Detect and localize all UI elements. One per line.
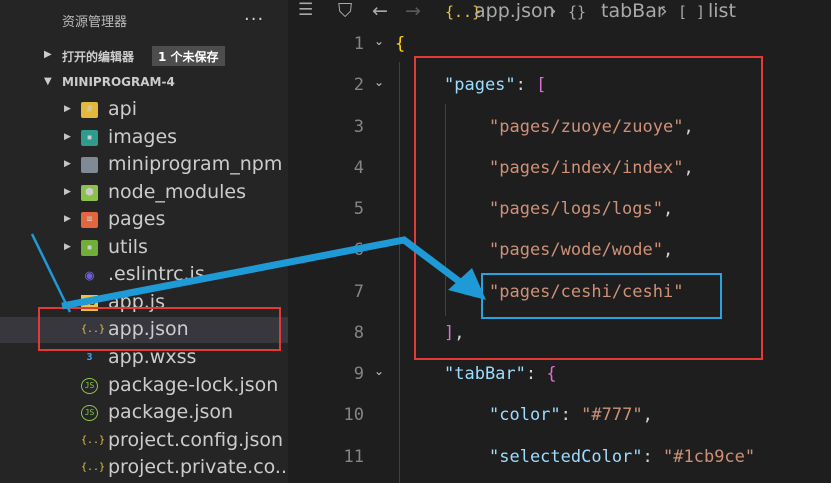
- code-line[interactable]: 11 "selectedColor": "#1cb9ce": [288, 447, 831, 483]
- explorer-header: 资源管理器 ...: [0, 0, 288, 38]
- tree-item-package-lock-json[interactable]: JS package-lock.json: [0, 373, 288, 399]
- chevron-right-icon: ▶: [64, 132, 71, 142]
- back-arrow-icon[interactable]: ←: [372, 0, 388, 22]
- open-editors-section[interactable]: ▶ 打开的编辑器 1 个未保存: [0, 44, 288, 68]
- tree-item-project-private-config[interactable]: {..} project.private.co...: [0, 455, 293, 481]
- tree-item-api[interactable]: ▶ # api: [0, 97, 288, 123]
- tree-item-node-modules[interactable]: ▶ ⬢ node_modules: [0, 180, 288, 206]
- tree-item-label: project.config.json: [108, 429, 284, 451]
- tree-item-label: api: [108, 98, 137, 120]
- fold-chevron-icon[interactable]: ⌄: [374, 34, 384, 48]
- tree-item-label: package-lock.json: [108, 374, 279, 396]
- node-json-icon: JS: [81, 378, 98, 394]
- line-number: 8: [353, 323, 364, 343]
- tree-item-package-json[interactable]: JS package.json: [0, 400, 288, 426]
- project-folder-label: MINIPROGRAM-4: [62, 75, 175, 89]
- line-number: 11: [343, 447, 364, 467]
- line-number: 1: [353, 34, 364, 54]
- json-file-icon: {..}: [81, 462, 106, 473]
- breadcrumb-separator-icon: ›: [549, 0, 557, 22]
- code-token: :: [560, 405, 582, 425]
- line-number: 2: [353, 75, 364, 95]
- folder-node-icon: ⬢: [81, 185, 98, 201]
- tree-item-label: node_modules: [108, 181, 247, 203]
- json-file-icon: {..}: [81, 435, 106, 446]
- app-json-red-highlight-box: [38, 307, 281, 351]
- breadcrumb: ☰ ⛉ ← → {..} app.json › {} tabBar › [ ] …: [288, 0, 831, 26]
- tree-item-utils[interactable]: ▶ ▪ utils: [0, 235, 288, 261]
- code-token: :: [525, 364, 547, 384]
- fold-chevron-icon[interactable]: ⌄: [374, 364, 384, 378]
- code-token: "#777": [581, 405, 643, 425]
- line-number: 10: [343, 405, 364, 425]
- tree-item-miniprogram-npm[interactable]: ▶ miniprogram_npm: [0, 152, 288, 178]
- chevron-right-icon: ▶: [64, 104, 71, 114]
- tree-item-images[interactable]: ▶ ▪ images: [0, 125, 288, 151]
- chevron-right-icon: ▶: [64, 242, 71, 252]
- project-folder-section[interactable]: ▼ MINIPROGRAM-4: [0, 71, 288, 95]
- tree-item-pages[interactable]: ▶ ≡ pages: [0, 207, 288, 233]
- tree-item-project-config-json[interactable]: {..} project.config.json: [0, 428, 288, 454]
- array-icon: [ ]: [678, 3, 706, 21]
- line-number: 5: [353, 199, 364, 219]
- tree-item-label: package.json: [108, 401, 234, 423]
- more-actions-icon[interactable]: ...: [244, 4, 264, 25]
- object-icon: {}: [568, 3, 587, 21]
- chevron-right-icon: ▶: [64, 187, 71, 197]
- chevron-down-icon: ▼: [44, 76, 52, 87]
- chevron-right-icon: ▶: [64, 159, 71, 169]
- list-view-icon[interactable]: ☰: [298, 0, 313, 20]
- tree-item-label: project.private.co...: [108, 456, 294, 478]
- line-number: 6: [353, 240, 364, 260]
- eslint-icon: ◉: [84, 266, 95, 284]
- tree-item-label: images: [108, 126, 178, 148]
- line-number: 7: [353, 282, 364, 302]
- explorer-title: 资源管理器: [62, 15, 128, 30]
- forward-arrow-icon[interactable]: →: [405, 0, 421, 22]
- code-token: "color": [489, 405, 561, 425]
- breadcrumb-separator-icon: ›: [660, 0, 668, 22]
- chevron-right-icon: ▶: [64, 214, 71, 224]
- folder-api-icon: #: [81, 102, 98, 118]
- code-token: "#1cb9ce": [663, 447, 756, 467]
- code-token: {: [546, 364, 557, 384]
- breadcrumb-tabbar[interactable]: tabBar: [601, 0, 665, 22]
- bookmark-icon[interactable]: ⛉: [338, 0, 352, 22]
- code-token: "selectedColor": [489, 447, 643, 467]
- open-editors-label: 打开的编辑器: [62, 50, 135, 64]
- folder-icon: [81, 157, 98, 173]
- folder-utils-icon: ▪: [81, 240, 98, 256]
- folder-pages-icon: ≡: [81, 212, 98, 228]
- code-token: ,: [642, 405, 653, 425]
- breadcrumb-file[interactable]: app.json: [474, 0, 555, 22]
- file-tree: ▶ # api ▶ ▪ images ▶ miniprogram_npm ▶ ⬢…: [0, 97, 293, 483]
- code-line[interactable]: 9 ⌄ "tabBar": {: [288, 364, 831, 405]
- folder-images-icon: ▪: [81, 130, 98, 146]
- code-token: {: [395, 34, 406, 54]
- unsaved-count-badge: 1 个未保存: [152, 46, 225, 66]
- fold-chevron-icon[interactable]: ⌄: [374, 75, 384, 89]
- tree-item-label: utils: [108, 236, 148, 258]
- breadcrumb-list[interactable]: list: [708, 0, 736, 22]
- tree-item-label: .eslintrc.js: [108, 263, 205, 285]
- tree-item-label: miniprogram_npm: [108, 153, 283, 175]
- code-token: :: [642, 447, 664, 467]
- line-number: 4: [353, 158, 364, 178]
- code-line[interactable]: 10 "color": "#777",: [288, 405, 831, 446]
- ceshi-page-blue-highlight-box: [481, 273, 722, 319]
- code-token: "tabBar": [444, 364, 526, 384]
- line-number: 3: [353, 117, 364, 137]
- line-number: 9: [353, 364, 364, 384]
- tree-item-label: pages: [108, 208, 166, 230]
- chevron-right-icon: ▶: [44, 49, 52, 60]
- explorer-sidebar: 资源管理器 ... ▶ 打开的编辑器 1 个未保存 ▼ MINIPROGRAM-…: [0, 0, 293, 483]
- css-file-icon: 3: [86, 352, 93, 363]
- node-json-icon: JS: [81, 405, 98, 421]
- tree-item-eslintrc[interactable]: ◉ .eslintrc.js: [0, 262, 288, 288]
